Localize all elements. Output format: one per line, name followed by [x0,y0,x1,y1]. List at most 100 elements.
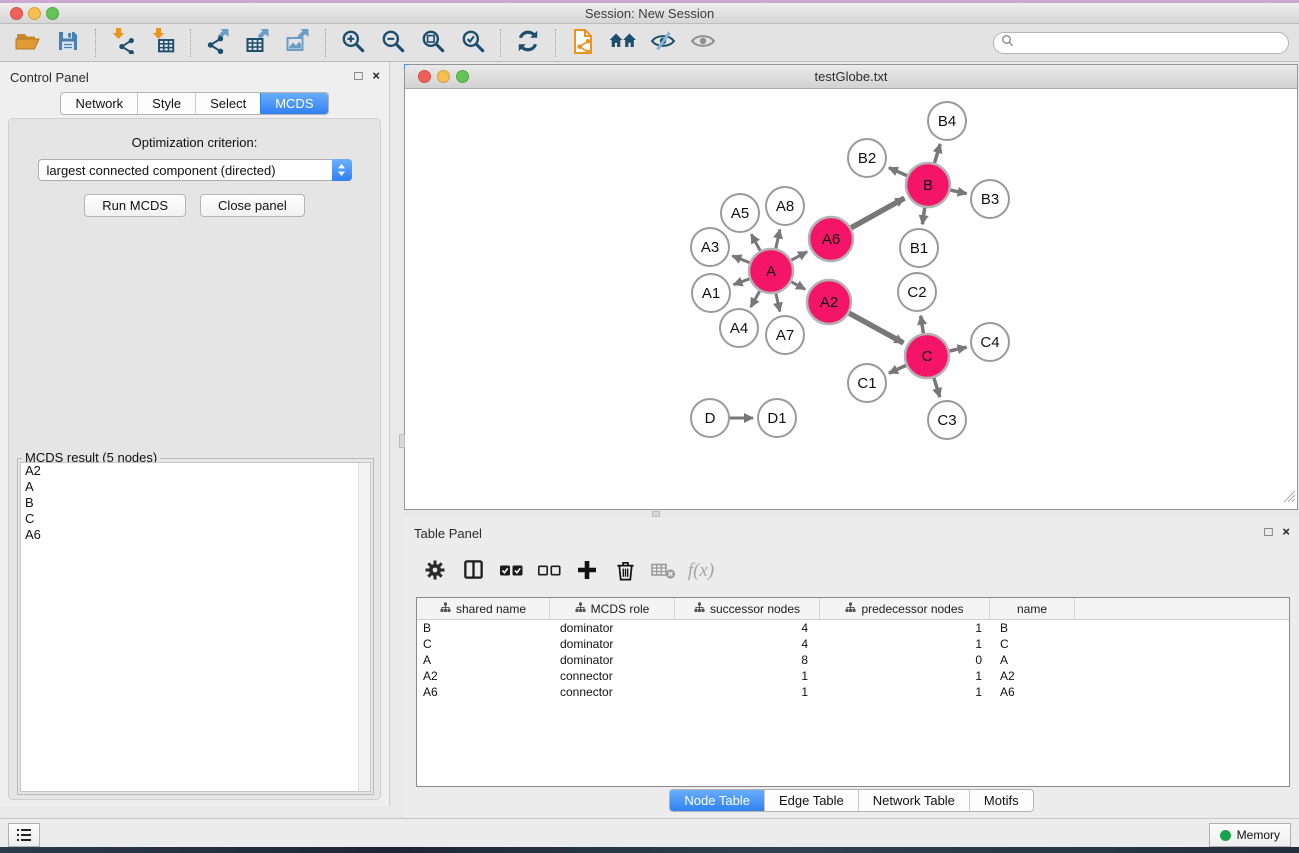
add-column-button[interactable] [568,556,606,586]
search-box[interactable] [993,32,1289,54]
table-cell[interactable]: A6 [990,684,1075,700]
zoom-out-button[interactable] [373,27,413,59]
zoom-selected-button[interactable] [453,27,493,59]
tab-select[interactable]: Select [195,93,260,114]
table-cell[interactable]: 1 [675,668,820,684]
scrollbar-track[interactable] [358,463,370,791]
refresh-button[interactable] [508,27,548,59]
save-session-button[interactable] [48,27,88,59]
table-cell[interactable]: 1 [820,668,990,684]
memory-button[interactable]: Memory [1209,823,1291,847]
columns-button[interactable] [454,556,492,586]
hide-panel-button[interactable] [643,27,683,59]
table-row[interactable]: Bdominator41B [417,620,1289,636]
table-cell[interactable]: C [417,636,550,652]
graph-node-A7[interactable]: A7 [766,316,804,354]
mcds-result-item[interactable]: C [21,511,370,527]
close-traffic-light[interactable] [418,70,431,83]
table-cell[interactable]: A [990,652,1075,668]
table-cell[interactable]: A2 [990,668,1075,684]
table-cell[interactable]: connector [550,684,675,700]
table-cell[interactable]: 8 [675,652,820,668]
graph-node-C1[interactable]: C1 [848,364,886,402]
table-cell[interactable]: dominator [550,620,675,636]
close-panel-button[interactable]: Close panel [200,194,305,217]
mcds-result-item[interactable]: A6 [21,527,370,543]
tab-edge-table[interactable]: Edge Table [764,790,858,811]
table-cell[interactable]: dominator [550,652,675,668]
close-panel-icon[interactable]: × [1282,525,1290,538]
tab-network-table[interactable]: Network Table [858,790,969,811]
tab-motifs[interactable]: Motifs [969,790,1033,811]
network-canvas[interactable]: A A1 A2 A3 A4 A5 A6 A7 A8 B B1 B2 B3 [405,89,1297,509]
column-header-name[interactable]: name [990,598,1075,619]
table-cell[interactable]: 1 [675,684,820,700]
table-row[interactable]: A6connector11A6 [417,684,1289,700]
tab-style[interactable]: Style [137,93,195,114]
table-cell[interactable]: 1 [820,684,990,700]
deselect-all-button[interactable] [530,556,568,586]
column-header-shared-name[interactable]: shared name [417,598,550,619]
table-row[interactable]: Cdominator41C [417,636,1289,652]
mcds-result-item[interactable]: B [21,495,370,511]
table-row[interactable]: A2connector11A2 [417,668,1289,684]
column-header-successor-nodes[interactable]: successor nodes [675,598,820,619]
graph-node-B3[interactable]: B3 [971,180,1009,218]
table-cell[interactable]: 4 [675,636,820,652]
column-header-MCDS-role[interactable]: MCDS role [550,598,675,619]
graph-node-C3[interactable]: C3 [928,401,966,439]
import-network-button[interactable] [103,27,143,59]
graph-node-C4[interactable]: C4 [971,323,1009,361]
export-network-button[interactable] [198,27,238,59]
settings-button[interactable] [416,556,454,586]
splitter-grip[interactable] [652,511,660,517]
import-table-button[interactable] [143,27,183,59]
tab-network[interactable]: Network [61,93,137,114]
select-all-button[interactable] [492,556,530,586]
open-file-button[interactable] [8,27,48,59]
resize-handle[interactable] [1283,490,1296,508]
network-window-titlebar[interactable]: testGlobe.txt [405,65,1297,89]
graph-node-B1[interactable]: B1 [900,229,938,267]
delete-column-button[interactable] [606,556,644,586]
table-cell[interactable]: 1 [820,620,990,636]
mcds-result-item[interactable]: A [21,479,370,495]
graph-node-A4[interactable]: A4 [720,309,758,347]
table-cell[interactable]: B [417,620,550,636]
tab-mcds[interactable]: MCDS [260,93,327,114]
mcds-result-item[interactable]: A2 [21,463,370,479]
column-header-predecessor-nodes[interactable]: predecessor nodes [820,598,990,619]
export-table-button[interactable] [238,27,278,59]
splitter-grip[interactable] [399,434,405,448]
close-panel-icon[interactable]: × [372,69,380,82]
run-mcds-button[interactable]: Run MCDS [84,194,186,217]
float-panel-icon[interactable]: □ [1265,525,1273,538]
graph-node-A[interactable]: A [749,249,793,293]
table-cell[interactable]: B [990,620,1075,636]
graph-node-B2[interactable]: B2 [848,139,886,177]
graph-node-A1[interactable]: A1 [692,274,730,312]
table-cell[interactable]: dominator [550,636,675,652]
home-button[interactable] [603,27,643,59]
graph-node-C2[interactable]: C2 [898,273,936,311]
table-cell[interactable]: connector [550,668,675,684]
table-cell[interactable]: 1 [820,636,990,652]
task-history-button[interactable] [8,823,40,847]
table-cell[interactable]: A [417,652,550,668]
table-cell[interactable]: 4 [675,620,820,636]
table-cell[interactable]: C [990,636,1075,652]
graph-node-A5[interactable]: A5 [721,194,759,232]
graph-node-B[interactable]: B [906,163,950,207]
graph-node-C[interactable]: C [905,334,949,378]
export-image-button[interactable] [278,27,318,59]
zoom-traffic-light[interactable] [456,70,469,83]
table-cell[interactable]: A6 [417,684,550,700]
criterion-select[interactable]: largest connected component (directed) [38,159,352,181]
graph-node-A3[interactable]: A3 [691,228,729,266]
search-input[interactable] [1018,35,1288,51]
graph-node-D[interactable]: D [691,399,729,437]
tab-node-table[interactable]: Node Table [670,790,764,811]
graph-node-B4[interactable]: B4 [928,102,966,140]
table-cell[interactable]: 0 [820,652,990,668]
graph-node-D1[interactable]: D1 [758,399,796,437]
